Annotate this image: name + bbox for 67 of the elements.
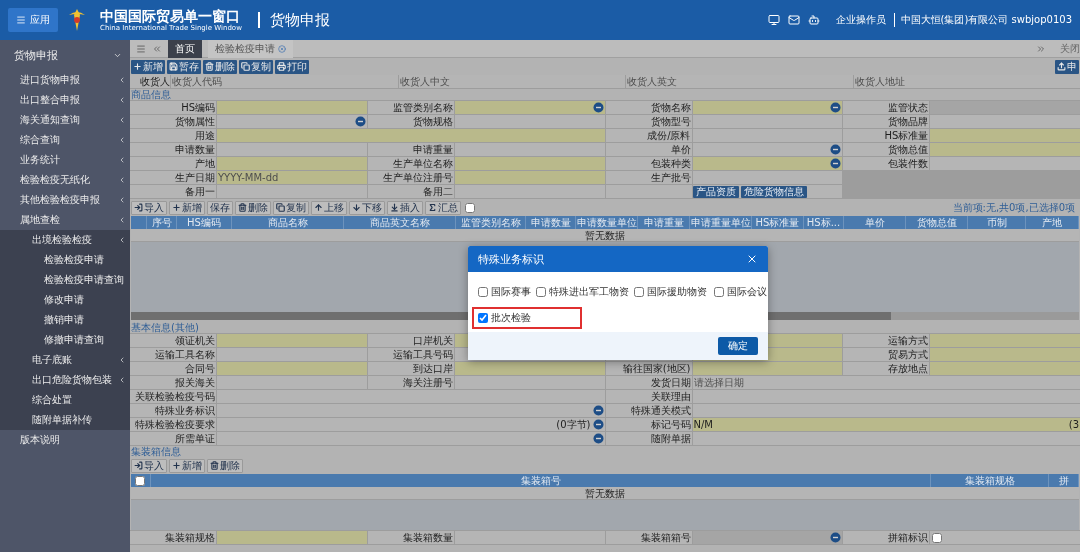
field-label: 集装箱箱号: [605, 531, 692, 544]
field-label: 货物品牌: [843, 115, 930, 128]
field-label: 监管类别名称: [367, 101, 454, 114]
option-label: 国际援助物资: [647, 285, 707, 299]
field-label: 生产批号: [605, 171, 692, 184]
selection-status: 当前项:无,共0项,已选择0项: [952, 200, 1076, 215]
field-label: 生产单位名称: [367, 157, 454, 170]
field-label: 拼箱标识: [843, 531, 930, 544]
field-label: 货物总值: [843, 143, 930, 156]
option-label: 国际会议: [727, 285, 767, 299]
field-label: 报关海关: [130, 376, 216, 389]
field-label: 货物规格: [367, 115, 454, 128]
section-title: 商品信息: [130, 89, 171, 100]
field-label: 申请数量: [130, 143, 216, 156]
field-label: 合同号: [130, 362, 216, 375]
field-label: 产地: [130, 157, 216, 170]
field-label: 备用二: [367, 185, 454, 198]
option-label: 批次检验: [491, 311, 531, 325]
user-role: 企业操作员: [835, 13, 886, 27]
field-label: 领证机关: [130, 334, 216, 347]
field-label: 存放地点: [843, 362, 930, 375]
field-label: 用途: [130, 129, 216, 142]
field-label: 特殊业务标识: [130, 404, 216, 417]
field-label: 海关注册号: [367, 376, 454, 389]
field-label: 单价: [605, 143, 692, 156]
field-label: 特殊通关模式: [605, 404, 692, 417]
field-label: 特殊检验检疫要求: [130, 418, 216, 431]
field-label: 集装箱规格: [130, 531, 216, 544]
field-label: 到达口岸: [367, 362, 454, 375]
field-label: 包装种类: [605, 157, 692, 170]
field-label: 货物名称: [605, 101, 692, 114]
field-label: 贸易方式: [843, 348, 930, 361]
field-suffix: (0字节): [556, 418, 592, 431]
field-label: 运输工具号码: [367, 348, 454, 361]
field-label: 成份/原料: [605, 129, 692, 142]
option-label: 国际赛事: [491, 285, 531, 299]
field-label: 标记号码: [605, 418, 692, 431]
field-label: 关联理由: [605, 390, 692, 403]
field-label: 包装件数: [843, 157, 930, 170]
field-label: 备用一: [130, 185, 216, 198]
field-label: 运输工具名称: [130, 348, 216, 361]
company-name: 中国大恒(集团)有限公司 swbjop0103: [893, 13, 1072, 27]
field-label: 随附单据: [605, 432, 692, 445]
field-label: 货物型号: [605, 115, 692, 128]
section-title: 基本信息(其他): [130, 322, 199, 333]
field-label: 生产单位注册号: [367, 171, 454, 184]
module-title: 货物申报: [257, 12, 330, 28]
dialog-title: 特殊业务标识: [478, 251, 544, 267]
field-label: 口岸机关: [367, 334, 454, 347]
field-label: 货物属性: [130, 115, 216, 128]
empty-message: 暂无数据: [131, 229, 1079, 242]
field-label: 集装箱数量: [367, 531, 454, 544]
field-label: 监管状态: [843, 101, 930, 114]
site-title: 中国国际贸易单一窗口: [100, 7, 241, 24]
field-label: 生产日期: [130, 171, 216, 184]
option-label: 特殊进出军工物资: [549, 285, 629, 299]
field-label: HS标准量: [843, 129, 930, 142]
section-title: 集装箱信息: [130, 446, 181, 457]
field-label: 收货人: [130, 75, 170, 88]
field-label: 发货日期: [605, 376, 692, 389]
field-label: 关联检验检疫号码: [130, 390, 216, 403]
field-label: 运输方式: [843, 334, 930, 347]
empty-message: 暂无数据: [131, 487, 1079, 500]
field-label: HS编码: [130, 101, 216, 114]
field-label: 所需单证: [130, 432, 216, 445]
field-label: 输往国家(地区): [605, 362, 692, 375]
field-label: 申请重量: [367, 143, 454, 156]
